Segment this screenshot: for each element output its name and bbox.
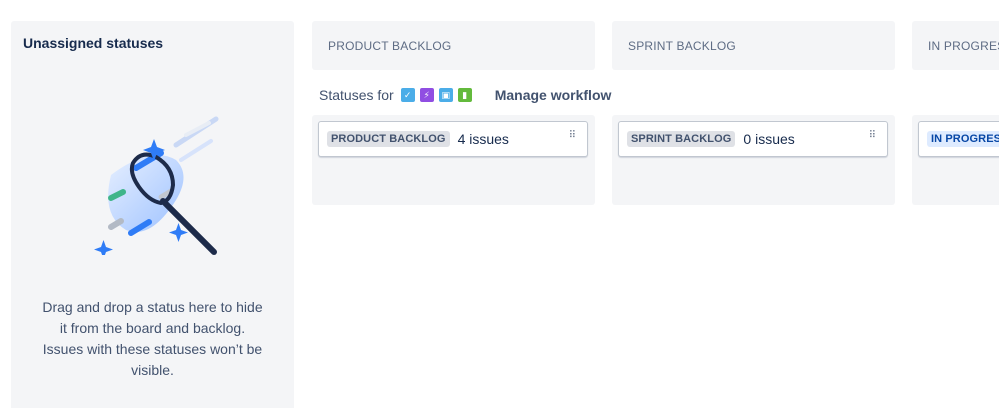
drag-handle-icon[interactable]: ⠿ xyxy=(569,131,576,141)
unassigned-statuses-help-text: Drag and drop a status here to hide it f… xyxy=(42,299,263,378)
status-lozenge: SPRINT BACKLOG xyxy=(627,131,736,147)
status-card-in-progress[interactable]: IN PROGRESS xyxy=(918,121,999,157)
task-icon: ✓ xyxy=(400,88,415,102)
drag-handle-icon[interactable]: ⠿ xyxy=(869,131,876,141)
status-card-sprint-backlog[interactable]: SPRINT BACKLOG 0 issues ⠿ xyxy=(618,121,888,157)
status-card-product-backlog[interactable]: PRODUCT BACKLOG 4 issues ⠿ xyxy=(318,121,588,157)
column-body-in-progress[interactable]: IN PROGRESS xyxy=(912,115,999,205)
unassigned-statuses-title: Unassigned statuses xyxy=(23,35,164,51)
column-header-product-backlog[interactable]: PRODUCT BACKLOG xyxy=(312,21,595,70)
status-lozenge: IN PROGRESS xyxy=(927,131,999,147)
column-body-product-backlog[interactable]: PRODUCT BACKLOG 4 issues ⠿ xyxy=(312,115,595,205)
manage-workflow-link[interactable]: Manage workflow xyxy=(495,87,612,103)
status-lozenge: PRODUCT BACKLOG xyxy=(327,131,450,147)
subtask-icon: ▣ xyxy=(438,88,453,102)
statuses-for-bar: Statuses for ✓ ⚡ ▣ ▮ Manage workflow xyxy=(319,86,611,104)
column-header-in-progress[interactable]: IN PROGRESS xyxy=(912,21,999,70)
epic-icon: ⚡ xyxy=(419,88,434,102)
issue-count: 4 issues xyxy=(457,131,509,147)
broom-sweep-illustration xyxy=(94,116,219,255)
unassigned-statuses-panel: Unassigned statuses Drag and drop a stat… xyxy=(11,21,294,408)
statuses-for-label: Statuses for xyxy=(319,87,394,103)
story-icon: ▮ xyxy=(457,88,472,102)
issue-count: 0 issues xyxy=(743,131,795,147)
column-body-sprint-backlog[interactable]: SPRINT BACKLOG 0 issues ⠿ xyxy=(612,115,895,205)
column-header-sprint-backlog[interactable]: SPRINT BACKLOG xyxy=(612,21,895,70)
